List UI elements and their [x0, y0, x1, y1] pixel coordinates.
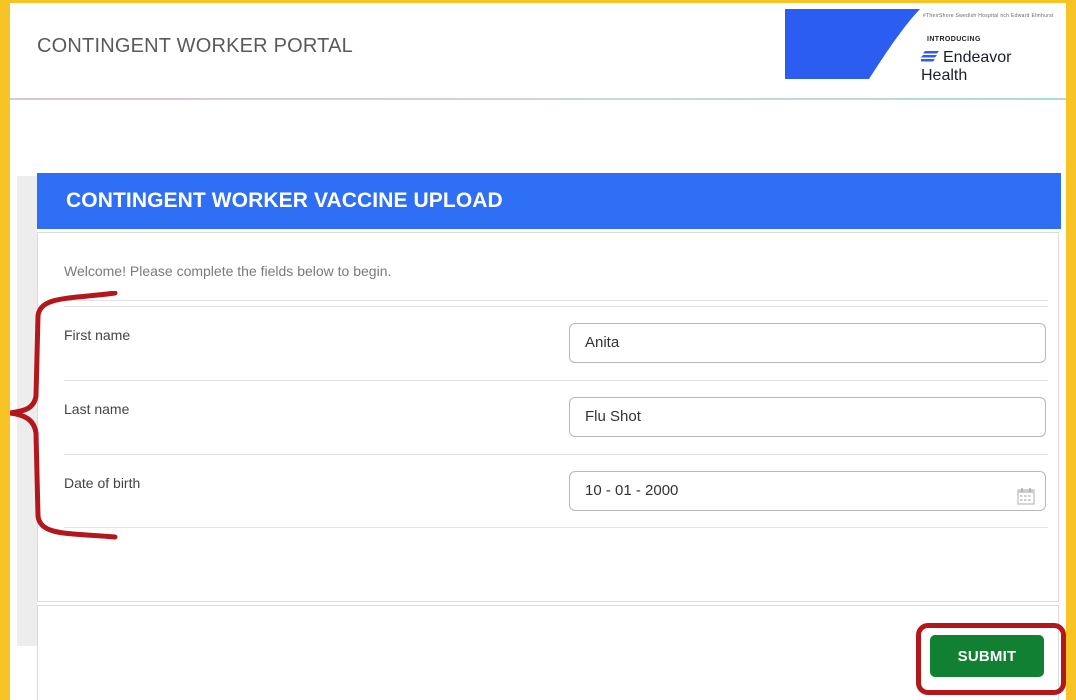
welcome-divider	[64, 300, 1048, 301]
header-divider	[10, 98, 1066, 100]
date-of-birth-input[interactable]: 10 - 01 - 2000	[569, 471, 1046, 511]
portal-title: CONTINGENT WORKER PORTAL	[37, 35, 353, 57]
first-name-row: First name Anita	[64, 306, 1048, 380]
logo-introducing: INTRODUCING	[927, 36, 981, 43]
window-frame: CONTINGENT WORKER PORTAL #TheirShore Swe…	[0, 0, 1076, 700]
last-name-input[interactable]: Flu Shot	[569, 397, 1046, 437]
logo-name-row: Endeavor Health	[919, 49, 1061, 85]
first-name-input[interactable]: Anita	[569, 323, 1046, 363]
last-name-row: Last name Flu Shot	[64, 380, 1048, 454]
welcome-text: Welcome! Please complete the fields belo…	[64, 263, 392, 279]
date-of-birth-value: 10 - 01 - 2000	[585, 482, 679, 499]
card-title: CONTINGENT WORKER VACCINE UPLOAD	[66, 189, 503, 212]
date-of-birth-row: Date of birth 10 - 01 - 2000	[64, 454, 1048, 528]
vaccine-upload-card: CONTINGENT WORKER VACCINE UPLOAD Welcome…	[37, 173, 1061, 700]
annotation-highlight-box	[916, 623, 1066, 695]
calendar-icon[interactable]	[1017, 482, 1035, 505]
form-footer	[37, 605, 1059, 700]
endeavor-health-logo: #TheirShore Swedish Hospital nch Edward …	[785, 9, 1061, 84]
annotation-brace	[10, 291, 118, 540]
logo-partner-line: #TheirShore Swedish Hospital nch Edward …	[923, 13, 1054, 19]
card-banner: CONTINGENT WORKER VACCINE UPLOAD	[37, 173, 1061, 229]
page-header: CONTINGENT WORKER PORTAL #TheirShore Swe…	[10, 3, 1066, 100]
form-panel: Welcome! Please complete the fields belo…	[37, 232, 1059, 602]
endeavor-stripes-icon	[919, 49, 939, 67]
